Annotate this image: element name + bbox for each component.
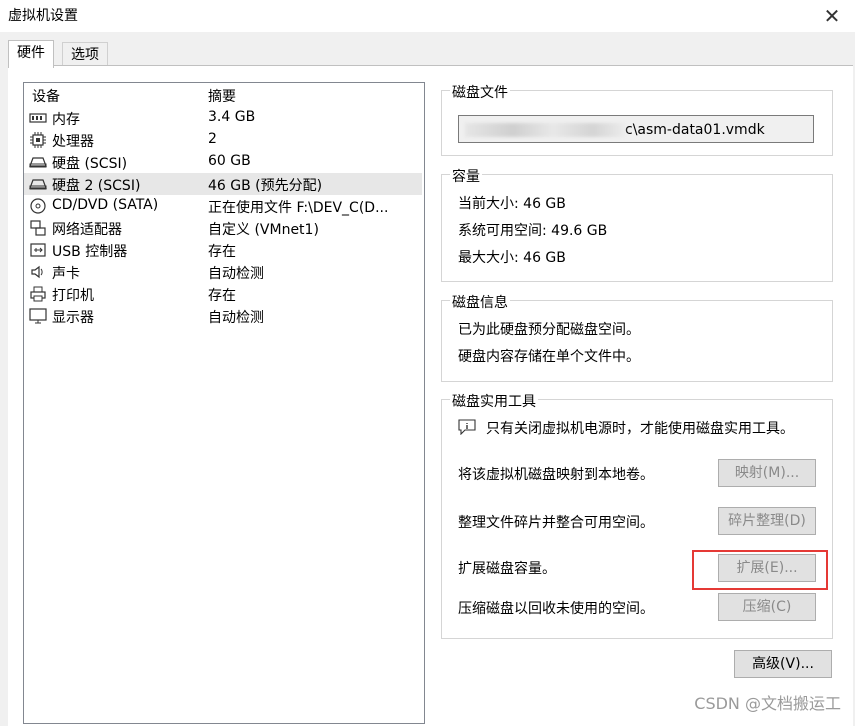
- advanced-button[interactable]: 高级(V)...: [734, 650, 832, 678]
- tab-hardware[interactable]: 硬件: [8, 40, 54, 68]
- compact-description: 压缩磁盘以回收未使用的空间。: [458, 601, 654, 617]
- capacity-title: 容量: [450, 166, 482, 186]
- max-size-text: 最大大小: 46 GB: [458, 250, 566, 266]
- redacted-path: [465, 123, 625, 137]
- device-name: USB 控制器: [52, 244, 128, 260]
- title-bar: 虚拟机设置 ✕: [0, 0, 855, 32]
- device-row-cd-dvd[interactable]: CD/DVD (SATA) 正在使用文件 F:\DEV_C(D...: [24, 195, 422, 217]
- device-name: 硬盘 (SCSI): [52, 156, 128, 172]
- device-name: 显示器: [52, 310, 94, 326]
- expand-button[interactable]: 扩展(E)...: [718, 554, 816, 582]
- device-row-usb-controller[interactable]: USB 控制器 存在: [24, 239, 422, 261]
- defrag-description: 整理文件碎片并整合可用空间。: [458, 515, 654, 531]
- window-title: 虚拟机设置: [8, 8, 78, 24]
- device-row-processor[interactable]: 处理器 2: [24, 129, 422, 151]
- close-icon: ✕: [823, 4, 841, 28]
- device-row-network-adapter[interactable]: 网络适配器 自定义 (VMnet1): [24, 217, 422, 239]
- disk-info-line-1: 已为此硬盘预分配磁盘空间。: [458, 322, 640, 338]
- device-row-harddisk[interactable]: 硬盘 (SCSI) 60 GB: [24, 151, 422, 173]
- expand-description: 扩展磁盘容量。: [458, 561, 556, 577]
- device-name: 内存: [52, 112, 80, 128]
- usb-icon: [29, 242, 47, 258]
- harddisk-icon: [29, 176, 47, 192]
- memory-icon: [29, 110, 47, 126]
- info-icon: [458, 419, 476, 435]
- tab-bar: 硬件 选项: [0, 40, 855, 68]
- monitor-icon: [29, 308, 47, 324]
- device-summary: 3.4 GB: [208, 109, 256, 125]
- disk-file-title: 磁盘文件: [450, 82, 510, 102]
- disk-utilities-group: 磁盘实用工具 只有关闭虚拟机电源时，才能使用磁盘实用工具。 将该虚拟机磁盘映射到…: [441, 391, 833, 639]
- device-list[interactable]: 设备 摘要 内存 3.4 GB 处理器 2 硬盘 (SCSI) 60 GB 硬盘…: [23, 82, 425, 724]
- device-summary: 60 GB: [208, 153, 251, 169]
- cd-dvd-icon: [29, 198, 47, 214]
- disk-utilities-title: 磁盘实用工具: [450, 391, 538, 411]
- disk-info-group: 磁盘信息 已为此硬盘预分配磁盘空间。 硬盘内容存储在单个文件中。: [441, 292, 833, 382]
- device-row-harddisk-2[interactable]: 硬盘 2 (SCSI) 46 GB (预先分配): [24, 173, 422, 195]
- current-size-text: 当前大小: 46 GB: [458, 196, 566, 212]
- network-adapter-icon: [29, 220, 47, 236]
- device-name: 处理器: [52, 134, 94, 150]
- close-button[interactable]: ✕: [809, 0, 855, 32]
- map-button[interactable]: 映射(M)...: [718, 459, 816, 487]
- device-summary: 存在: [208, 288, 236, 304]
- device-name: 硬盘 2 (SCSI): [52, 178, 141, 194]
- device-summary: 自定义 (VMnet1): [208, 222, 319, 238]
- disk-file-path-value: c\asm-data01.vmdk: [625, 122, 765, 138]
- cpu-icon: [29, 132, 47, 148]
- compact-button[interactable]: 压缩(C): [718, 593, 816, 621]
- device-name: 声卡: [52, 266, 80, 282]
- device-summary: 2: [208, 131, 217, 147]
- disk-file-path-field[interactable]: c\asm-data01.vmdk: [458, 115, 814, 143]
- defrag-button[interactable]: 碎片整理(D): [718, 507, 816, 535]
- device-list-header: 设备 摘要: [24, 83, 424, 105]
- power-off-notice: 只有关闭虚拟机电源时，才能使用磁盘实用工具。: [486, 421, 794, 437]
- device-summary: 自动检测: [208, 266, 264, 282]
- disk-info-line-2: 硬盘内容存储在单个文件中。: [458, 349, 640, 365]
- system-free-text: 系统可用空间: 49.6 GB: [458, 223, 608, 239]
- capacity-group: 容量 当前大小: 46 GB 系统可用空间: 49.6 GB 最大大小: 46 …: [441, 166, 833, 282]
- device-summary: 自动检测: [208, 310, 264, 326]
- disk-info-title: 磁盘信息: [450, 292, 510, 312]
- column-summary[interactable]: 摘要: [208, 86, 236, 106]
- disk-file-group: 磁盘文件 c\asm-data01.vmdk: [441, 82, 833, 156]
- tab-options[interactable]: 选项: [62, 42, 108, 67]
- device-row-sound-card[interactable]: 声卡 自动检测: [24, 261, 422, 283]
- device-row-printer[interactable]: 打印机 存在: [24, 283, 422, 305]
- column-device[interactable]: 设备: [32, 86, 60, 106]
- device-name: 网络适配器: [52, 222, 122, 238]
- watermark: CSDN @文档搬运工: [694, 694, 841, 713]
- harddisk-icon: [29, 154, 47, 170]
- device-row-memory[interactable]: 内存 3.4 GB: [24, 107, 422, 129]
- device-row-display[interactable]: 显示器 自动检测: [24, 305, 422, 327]
- device-name: 打印机: [52, 288, 94, 304]
- map-description: 将该虚拟机磁盘映射到本地卷。: [458, 467, 654, 483]
- speaker-icon: [29, 264, 47, 280]
- printer-icon: [29, 286, 47, 302]
- device-name: CD/DVD (SATA): [52, 197, 159, 213]
- device-summary: 正在使用文件 F:\DEV_C(D...: [208, 200, 389, 216]
- device-summary: 存在: [208, 244, 236, 260]
- device-summary: 46 GB (预先分配): [208, 178, 323, 194]
